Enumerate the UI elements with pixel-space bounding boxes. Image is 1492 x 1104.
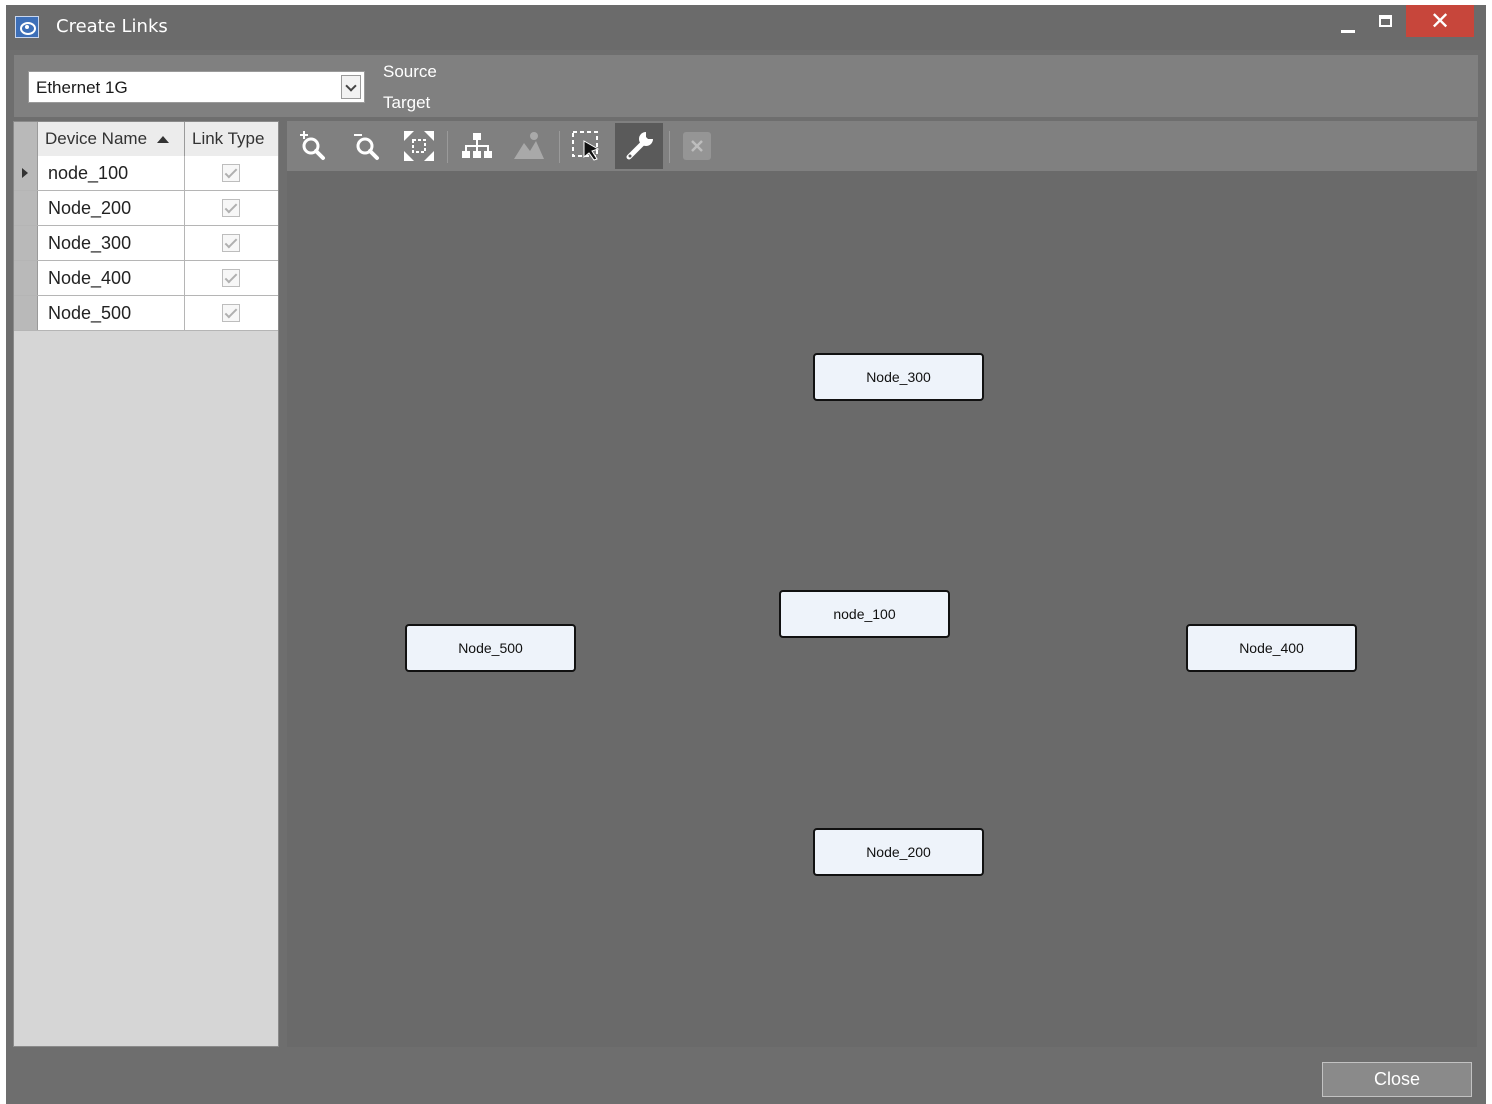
device-name-cell[interactable]: Node_200 bbox=[38, 191, 185, 225]
link-type-cell[interactable] bbox=[185, 156, 278, 190]
diagram-node[interactable]: node_100 bbox=[779, 590, 950, 638]
zoom-out-icon bbox=[354, 134, 379, 160]
table-row[interactable]: node_100 bbox=[14, 156, 278, 191]
target-option[interactable]: Target bbox=[383, 93, 430, 113]
row-selector[interactable] bbox=[14, 296, 38, 330]
delete-icon bbox=[683, 132, 711, 160]
row-header-corner bbox=[14, 122, 38, 156]
link-type-cell[interactable] bbox=[185, 226, 278, 260]
device-name-cell[interactable]: Node_400 bbox=[38, 261, 185, 295]
link-type-dropdown[interactable]: Ethernet 1G bbox=[28, 71, 365, 103]
select-icon bbox=[572, 131, 600, 161]
link-type-checkbox[interactable] bbox=[222, 304, 240, 322]
device-name-cell[interactable]: node_100 bbox=[38, 156, 185, 190]
fit-to-screen-button[interactable] bbox=[395, 123, 443, 169]
link-type-cell[interactable] bbox=[185, 191, 278, 225]
row-selector[interactable] bbox=[14, 226, 38, 260]
app-eye-icon bbox=[15, 16, 39, 38]
toolbar-separator bbox=[669, 131, 670, 163]
row-selector[interactable] bbox=[14, 156, 38, 190]
sort-ascending-icon bbox=[157, 136, 170, 144]
link-type-checkbox[interactable] bbox=[222, 234, 240, 252]
wrench-button[interactable] bbox=[615, 123, 663, 169]
diagram-node[interactable]: Node_400 bbox=[1186, 624, 1357, 672]
column-header-device-name-label: Device Name bbox=[45, 129, 148, 148]
link-type-checkbox[interactable] bbox=[222, 269, 240, 287]
diagram-toolbar bbox=[287, 121, 1477, 171]
toolbar-separator bbox=[447, 131, 448, 163]
maximize-button[interactable] bbox=[1369, 7, 1403, 43]
diagram-canvas[interactable]: Node_300 node_100 Node_500 Node_400 Node… bbox=[287, 121, 1477, 1047]
diagram-node[interactable]: Node_300 bbox=[813, 353, 984, 401]
diagram-node[interactable]: Node_200 bbox=[813, 828, 984, 876]
device-grid: Device Name Link Type node_100 Node_200 … bbox=[13, 121, 279, 1047]
toolbar-separator bbox=[559, 131, 560, 163]
current-row-arrow-icon bbox=[22, 168, 28, 178]
device-name-cell[interactable]: Node_500 bbox=[38, 296, 185, 330]
row-selector[interactable] bbox=[14, 191, 38, 225]
close-button[interactable]: Close bbox=[1322, 1062, 1472, 1097]
link-type-value: Ethernet 1G bbox=[36, 78, 128, 97]
table-row[interactable]: Node_400 bbox=[14, 261, 278, 296]
window-close-button[interactable]: ✕ bbox=[1406, 5, 1474, 37]
window-title: Create Links bbox=[56, 16, 168, 37]
chevron-down-icon[interactable] bbox=[341, 75, 361, 99]
link-options-bar: Ethernet 1G Source Target bbox=[14, 55, 1478, 117]
hierarchy-layout-button[interactable] bbox=[453, 123, 501, 169]
link-type-checkbox[interactable] bbox=[222, 164, 240, 182]
grid-header: Device Name Link Type bbox=[14, 122, 278, 157]
source-option[interactable]: Source bbox=[383, 62, 437, 82]
zoom-in-button[interactable] bbox=[289, 123, 337, 169]
create-links-window: Create Links ✕ Ethernet 1G Source Target… bbox=[6, 5, 1486, 1104]
link-type-cell[interactable] bbox=[185, 261, 278, 295]
table-row[interactable]: Node_300 bbox=[14, 226, 278, 261]
hierarchy-layout-icon bbox=[462, 133, 492, 158]
table-row[interactable]: Node_500 bbox=[14, 296, 278, 331]
column-header-link-type[interactable]: Link Type bbox=[185, 122, 278, 156]
diagram-node[interactable]: Node_500 bbox=[405, 624, 576, 672]
device-name-cell[interactable]: Node_300 bbox=[38, 226, 185, 260]
minimize-button[interactable] bbox=[1333, 7, 1367, 43]
table-row[interactable]: Node_200 bbox=[14, 191, 278, 226]
select-button[interactable] bbox=[563, 123, 611, 169]
image-button[interactable] bbox=[505, 123, 553, 169]
title-bar[interactable]: Create Links ✕ bbox=[6, 5, 1486, 50]
link-type-checkbox[interactable] bbox=[222, 199, 240, 217]
zoom-out-button[interactable] bbox=[343, 123, 391, 169]
image-icon bbox=[514, 132, 544, 159]
link-type-cell[interactable] bbox=[185, 296, 278, 330]
zoom-in-icon bbox=[300, 131, 325, 160]
column-header-device-name[interactable]: Device Name bbox=[38, 122, 185, 156]
fit-to-screen-icon bbox=[404, 131, 434, 161]
row-selector[interactable] bbox=[14, 261, 38, 295]
delete-button[interactable] bbox=[673, 123, 721, 169]
wrench-icon bbox=[626, 131, 654, 160]
